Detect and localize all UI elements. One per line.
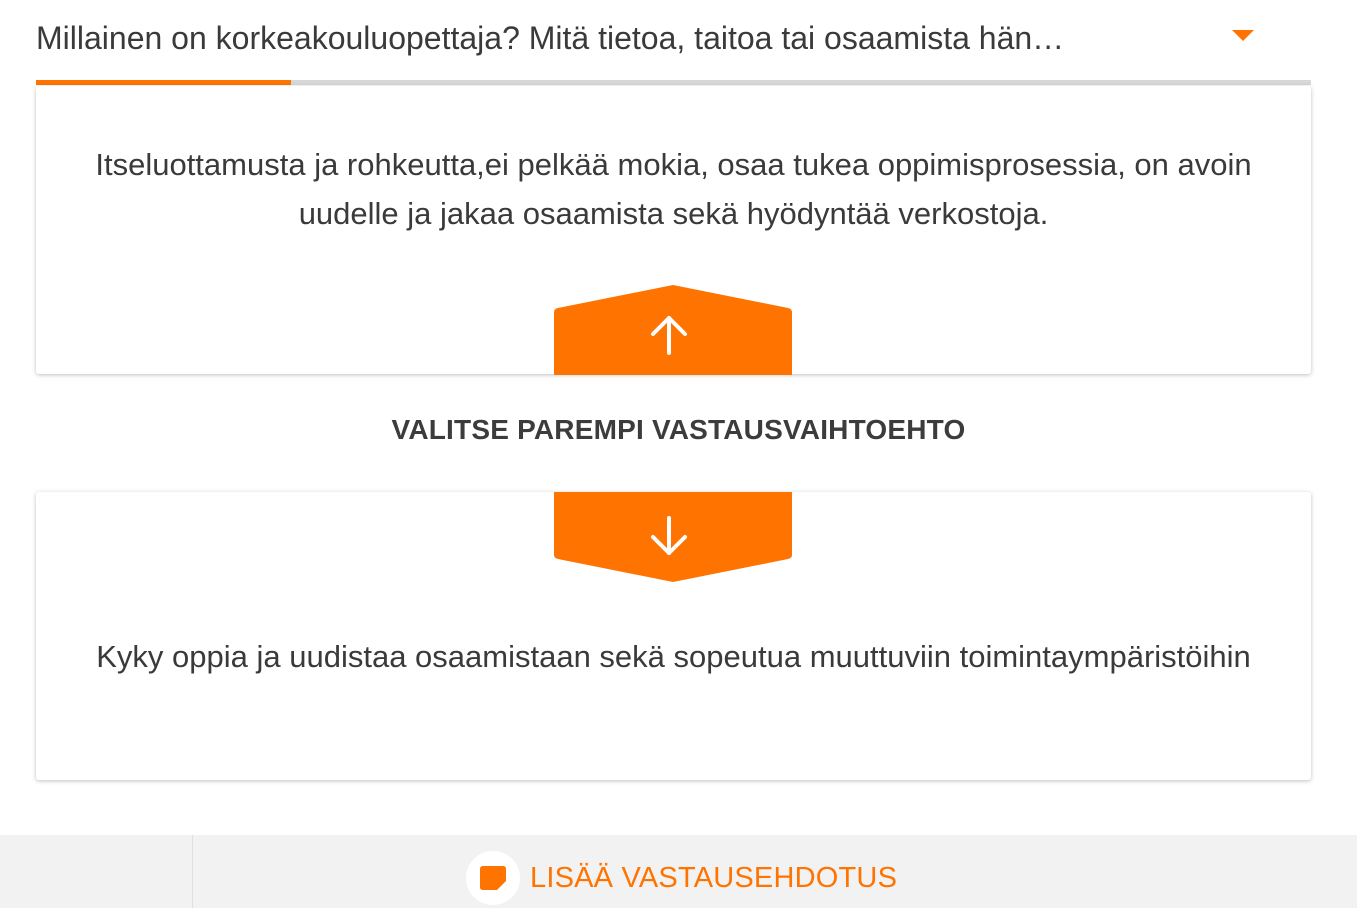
answer-card-bottom[interactable]: Kyky oppia ja uudistaa osaamistaan sekä …: [36, 492, 1311, 780]
vote-bottom-button[interactable]: [554, 492, 792, 582]
note-icon: [480, 866, 506, 890]
page: Millainen on korkeakouluopettaja? Mitä t…: [0, 0, 1357, 908]
choose-prompt: VALITSE PAREMPI VASTAUSVAIHTOEHTO: [391, 414, 966, 445]
answer-text-bottom: Kyky oppia ja uudistaa osaamistaan sekä …: [96, 639, 1251, 674]
footer-bar: LISÄÄ VASTAUSEHDOTUS: [0, 835, 1357, 908]
caret-down-icon[interactable]: [1232, 30, 1254, 41]
add-suggestion-label: LISÄÄ VASTAUSEHDOTUS: [530, 861, 898, 894]
add-suggestion-icon-wrap: [466, 851, 520, 905]
vote-down-shape: [554, 492, 792, 582]
answer-card-top[interactable]: Itseluottamusta ja rohkeutta,ei pelkää m…: [36, 86, 1311, 375]
answer-text-top: Itseluottamusta ja rohkeutta,ei pelkää m…: [95, 147, 1252, 231]
question-selector[interactable]: Millainen on korkeakouluopettaja? Mitä t…: [36, 0, 1311, 80]
vote-up-shape: [554, 285, 792, 375]
vote-top-button[interactable]: [554, 285, 792, 375]
question-title: Millainen on korkeakouluopettaja? Mitä t…: [36, 20, 1065, 56]
progress-bar-fill: [36, 80, 291, 85]
add-suggestion-button[interactable]: LISÄÄ VASTAUSEHDOTUS: [466, 851, 897, 905]
progress-bar: [36, 80, 1311, 85]
footer-divider: [192, 835, 193, 908]
